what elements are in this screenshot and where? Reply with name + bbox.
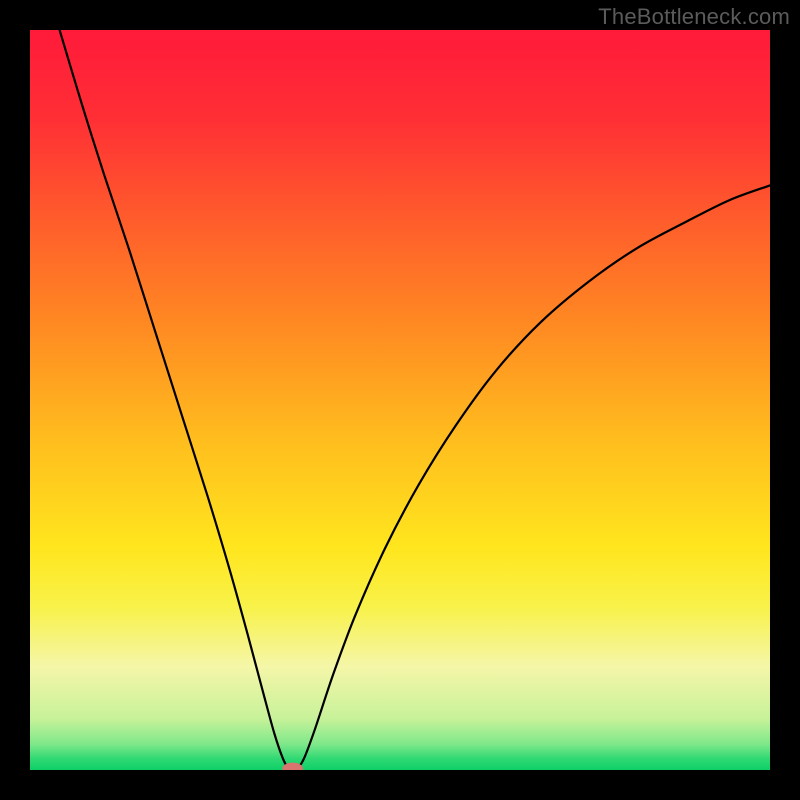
chart-frame: TheBottleneck.com <box>0 0 800 800</box>
optimal-point-marker <box>282 763 303 775</box>
plot-background <box>30 30 770 770</box>
bottleneck-chart <box>0 0 800 800</box>
watermark-label: TheBottleneck.com <box>598 4 790 30</box>
